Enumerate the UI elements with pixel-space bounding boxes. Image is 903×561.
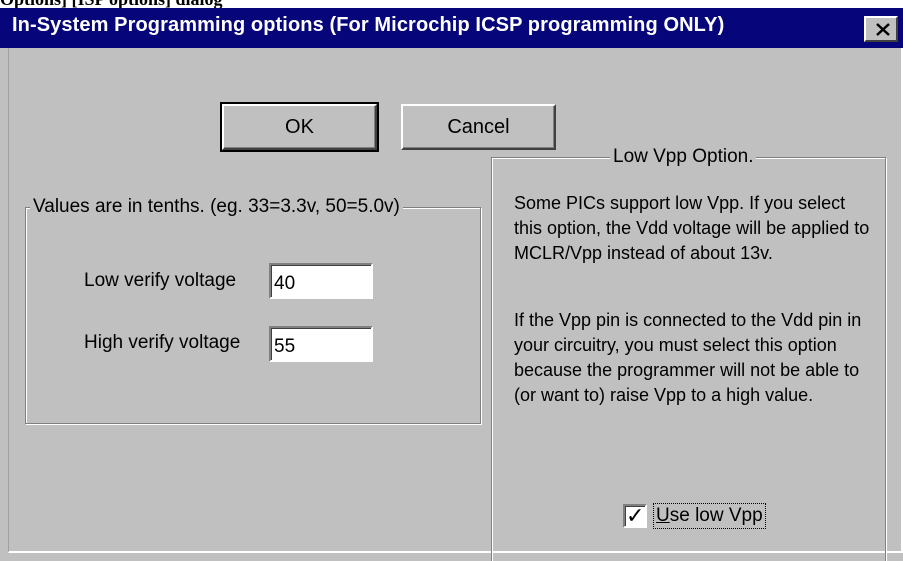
clipped-caption-text: Options] [ISP options] dialog — [0, 0, 903, 8]
low-vpp-legend: Low Vpp Option. — [610, 146, 757, 168]
voltage-values-group: Values are in tenths. (eg. 33=3.3v, 50=5… — [25, 196, 481, 424]
close-button[interactable] — [864, 16, 898, 42]
title-bar[interactable]: In-System Programming options (For Micro… — [0, 8, 903, 48]
high-verify-voltage-input[interactable] — [269, 326, 373, 362]
close-icon — [876, 23, 890, 36]
screen: Options] [ISP options] dialog In-System … — [0, 0, 903, 561]
checkmark-icon: ✓ — [626, 503, 645, 528]
dialog-title: In-System Programming options (For Micro… — [12, 14, 725, 36]
ok-button[interactable]: OK — [220, 102, 379, 152]
ok-button-label: OK — [285, 115, 314, 138]
low-vpp-warning: If the Vpp pin is connected to the Vdd p… — [514, 310, 862, 405]
low-verify-voltage-label: Low verify voltage — [84, 270, 237, 291]
use-low-vpp-checkbox[interactable]: ✓ — [623, 503, 647, 528]
use-low-vpp-option[interactable]: ✓ Use low Vpp — [623, 503, 766, 529]
low-vpp-description: Some PICs support low Vpp. If you select… — [514, 193, 870, 263]
low-vpp-group: Low Vpp Option. Some PICs support low Vp… — [491, 146, 886, 561]
voltage-values-legend: Values are in tenths. (eg. 33=3.3v, 50=5… — [30, 196, 403, 218]
dialog-client-area: OK Cancel Values are in tenths. (eg. 33=… — [0, 48, 903, 561]
use-low-vpp-mnemonic: U — [656, 505, 670, 526]
high-verify-voltage-label: High verify voltage — [84, 332, 241, 353]
cancel-button-label: Cancel — [447, 115, 510, 138]
isp-options-dialog: In-System Programming options (For Micro… — [0, 8, 903, 561]
use-low-vpp-label-text: se low Vpp — [669, 505, 763, 526]
low-verify-voltage-input[interactable] — [269, 263, 373, 299]
use-low-vpp-label[interactable]: Use low Vpp — [653, 503, 766, 529]
cancel-button[interactable]: Cancel — [401, 104, 556, 150]
